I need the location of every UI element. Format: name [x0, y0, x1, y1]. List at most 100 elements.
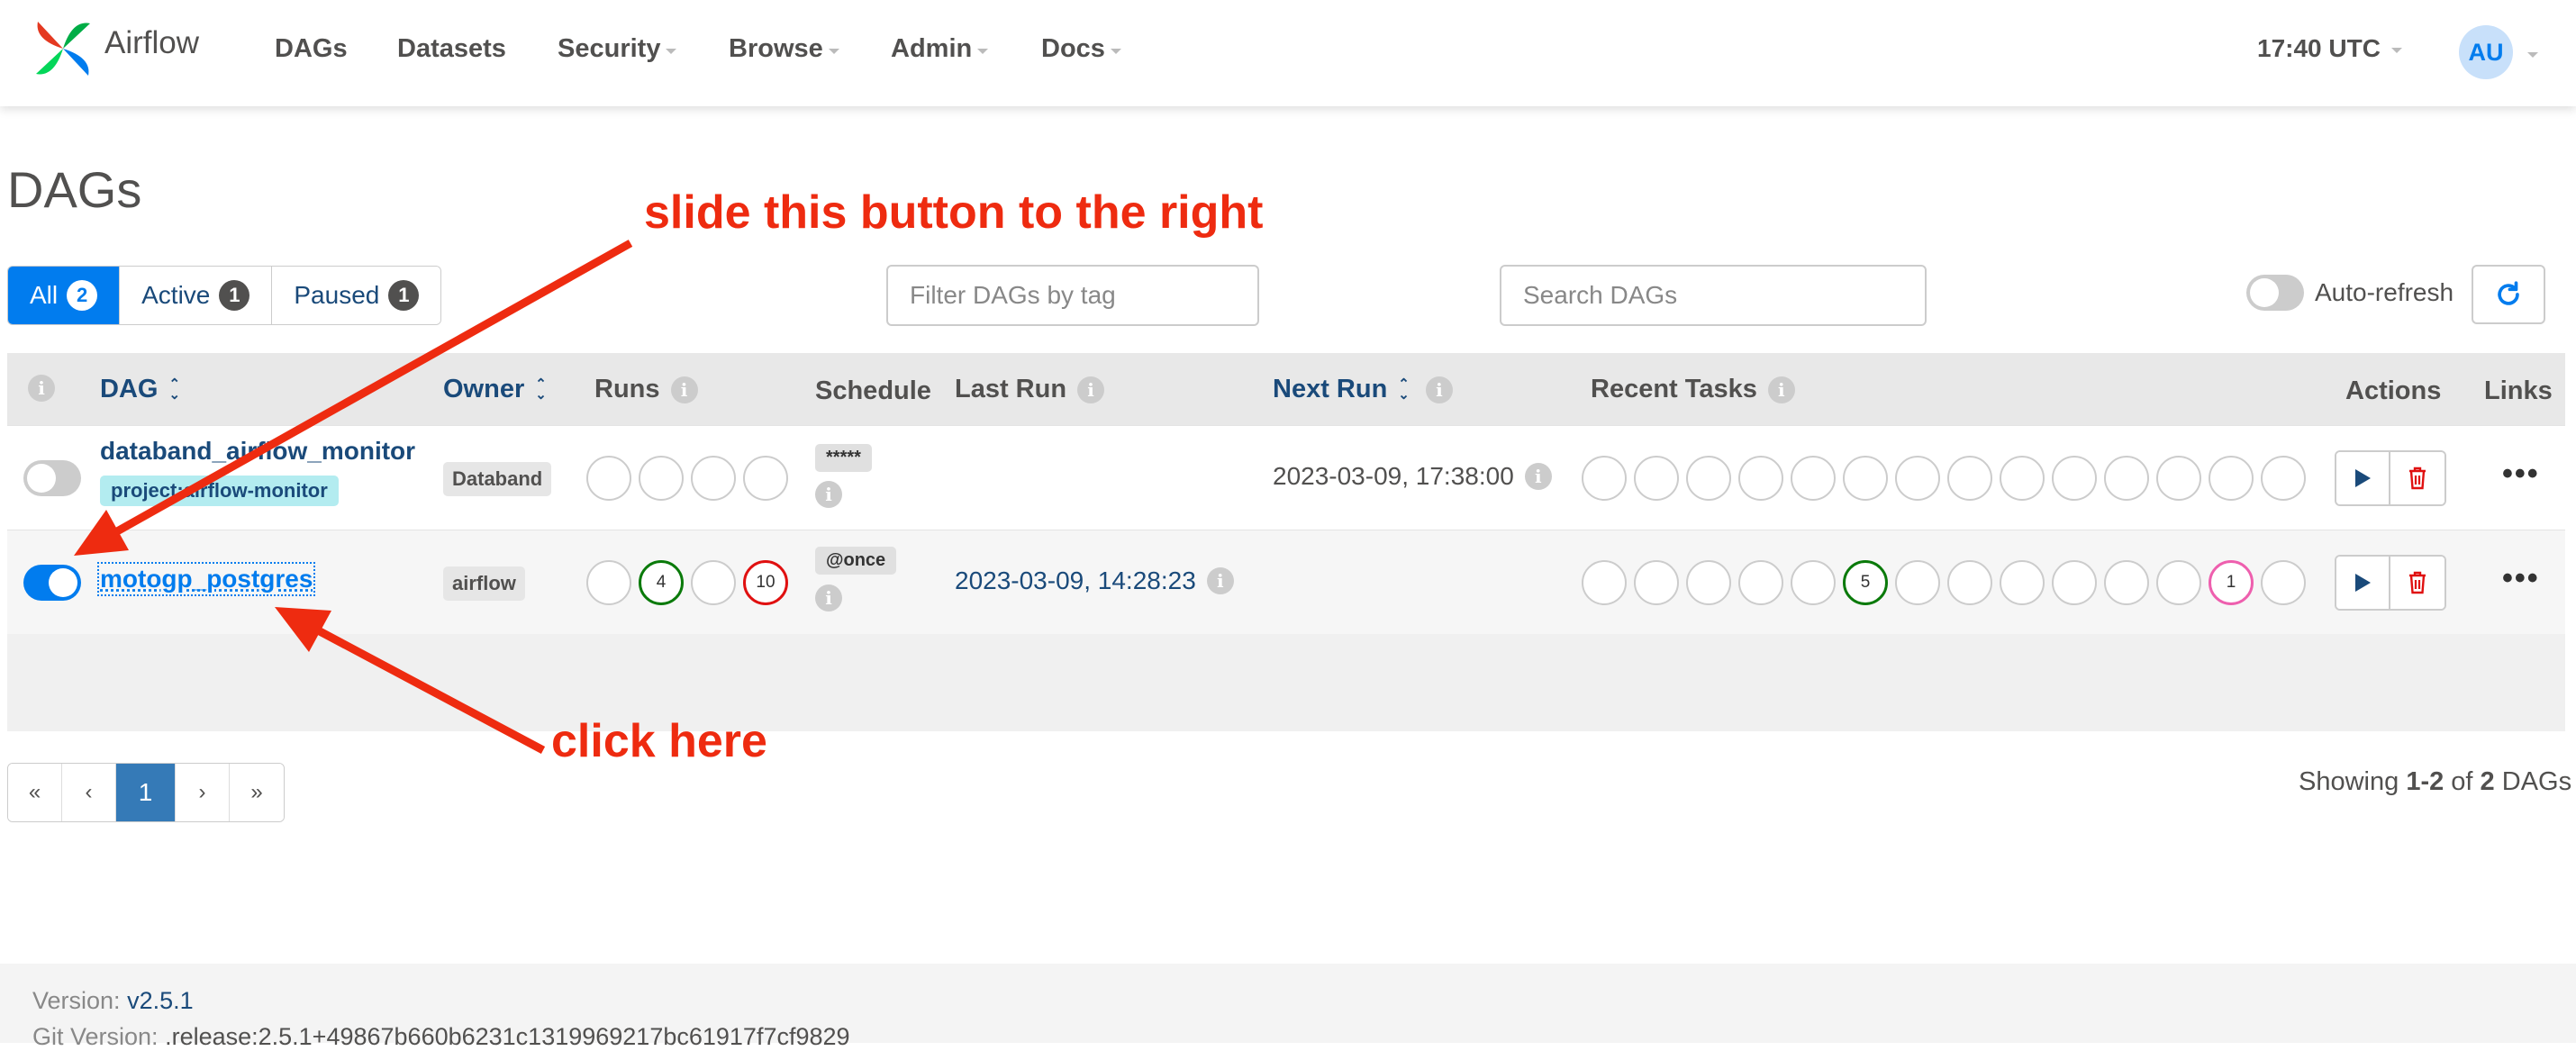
task-status-circle[interactable] — [2209, 456, 2254, 501]
dag-tag[interactable]: project:airflow-monitor — [100, 476, 339, 506]
task-status-circle[interactable] — [2000, 456, 2045, 501]
task-status-circle[interactable] — [1791, 456, 1836, 501]
tag-filter-input[interactable]: Filter DAGs by tag — [886, 265, 1259, 326]
nav-docs[interactable]: Docs — [1041, 34, 1121, 64]
next-page-button[interactable]: › — [176, 764, 230, 821]
task-status-circle[interactable] — [1686, 456, 1731, 501]
filter-active[interactable]: Active 1 — [120, 267, 272, 324]
run-status-circle[interactable] — [743, 456, 788, 501]
nav-label: Admin — [891, 34, 972, 64]
version-link[interactable]: v2.5.1 — [127, 987, 194, 1014]
timezone-dropdown[interactable]: 17:40 UTC — [2257, 34, 2402, 63]
task-status-circle[interactable] — [1791, 560, 1836, 605]
nav-security[interactable]: Security — [558, 34, 676, 64]
dag-name-link[interactable]: motogp_postgres — [100, 565, 313, 593]
current-page-button[interactable]: 1 — [116, 764, 176, 821]
task-status-circle[interactable] — [1634, 456, 1679, 501]
info-icon[interactable]: i — [1077, 376, 1104, 403]
header-label: Runs — [594, 375, 660, 404]
task-status-circle[interactable] — [1947, 456, 1992, 501]
task-status-circle[interactable] — [1895, 456, 1940, 501]
task-status-circle[interactable] — [1947, 560, 1992, 605]
schedule-badge[interactable]: @once — [815, 547, 896, 575]
info-icon[interactable]: i — [1525, 463, 1552, 490]
dag-pause-toggle[interactable] — [23, 460, 81, 496]
task-status-circle[interactable] — [1738, 456, 1783, 501]
task-status-circle[interactable] — [2052, 456, 2097, 501]
run-status-circle[interactable] — [586, 560, 631, 605]
brand-name: Airflow — [104, 25, 199, 61]
first-page-button[interactable]: « — [8, 764, 62, 821]
task-status-circle[interactable] — [1686, 560, 1731, 605]
task-status-circle[interactable]: 5 — [1843, 560, 1888, 605]
delete-dag-button[interactable] — [2390, 452, 2444, 504]
nav-datasets[interactable]: Datasets — [397, 34, 506, 64]
trigger-dag-button[interactable] — [2336, 557, 2390, 609]
task-status-circle[interactable] — [2052, 560, 2097, 605]
pagination: « ‹ 1 › » — [7, 763, 285, 822]
prev-page-button[interactable]: ‹ — [62, 764, 116, 821]
task-status-circle[interactable]: 1 — [2209, 560, 2254, 605]
search-dags-input[interactable]: Search DAGs — [1500, 265, 1927, 326]
dag-name-link[interactable]: databand_airflow_monitor — [100, 437, 415, 466]
run-status-circle[interactable] — [691, 456, 736, 501]
task-status-circle[interactable] — [1895, 560, 1940, 605]
nav-dags[interactable]: DAGs — [275, 34, 348, 64]
status-filter-group: All 2 Active 1 Paused 1 — [7, 266, 441, 325]
action-buttons — [2335, 450, 2446, 506]
header-dag[interactable]: DAG ⌃ ⌄ — [100, 375, 180, 404]
trigger-dag-button[interactable] — [2336, 452, 2390, 504]
owner-badge[interactable]: Databand — [443, 462, 551, 496]
filter-paused[interactable]: Paused 1 — [272, 267, 440, 324]
header-next-run[interactable]: Next Run ⌃ ⌄ i — [1273, 375, 1453, 404]
sort-icon: ⌃ ⌄ — [535, 379, 547, 401]
nav-admin[interactable]: Admin — [891, 34, 988, 64]
last-run-link[interactable]: 2023-03-09, 14:28:23 — [955, 566, 1196, 595]
owner-badge[interactable]: airflow — [443, 566, 525, 601]
nav-browse[interactable]: Browse — [729, 34, 839, 64]
info-icon[interactable]: i — [28, 375, 55, 402]
info-icon[interactable]: i — [1207, 567, 1234, 594]
delete-dag-button[interactable] — [2390, 557, 2444, 609]
user-avatar[interactable]: AU — [2459, 25, 2513, 79]
info-icon[interactable]: i — [815, 584, 842, 612]
task-status-circle[interactable] — [2000, 560, 2045, 605]
task-status-circle[interactable] — [1582, 456, 1627, 501]
task-status-circle[interactable] — [1738, 560, 1783, 605]
task-status-circle[interactable] — [2261, 456, 2306, 501]
caret-down-icon — [2391, 48, 2402, 53]
run-status-circle[interactable] — [586, 456, 631, 501]
showing-range: 1-2 — [2406, 767, 2444, 796]
task-status-circle[interactable] — [2156, 560, 2201, 605]
header-owner[interactable]: Owner ⌃ ⌄ — [443, 375, 547, 404]
task-status-circle[interactable] — [1634, 560, 1679, 605]
task-status-circle[interactable] — [1582, 560, 1627, 605]
autorefresh-toggle[interactable] — [2246, 275, 2304, 311]
more-links-icon[interactable]: ••• — [2502, 457, 2540, 492]
info-icon[interactable]: i — [1426, 376, 1453, 403]
task-status-circle[interactable] — [2261, 560, 2306, 605]
table-row: motogp_postgres airflow 4 10 @once i 2023… — [7, 530, 2565, 634]
filter-all[interactable]: All 2 — [8, 267, 120, 324]
task-status-circle[interactable] — [2104, 456, 2149, 501]
task-status-circle[interactable] — [2104, 560, 2149, 605]
schedule-badge[interactable]: ***** — [815, 444, 872, 472]
run-status-circle[interactable] — [691, 560, 736, 605]
run-status-circle[interactable]: 10 — [743, 560, 788, 605]
caret-down-icon[interactable] — [2527, 52, 2538, 58]
page-title: DAGs — [7, 160, 141, 219]
action-buttons — [2335, 555, 2446, 611]
run-status-circle[interactable]: 4 — [639, 560, 684, 605]
brand[interactable]: Airflow — [31, 13, 199, 85]
info-icon[interactable]: i — [671, 376, 698, 403]
last-page-button[interactable]: » — [230, 764, 284, 821]
task-status-circle[interactable] — [1843, 456, 1888, 501]
info-icon[interactable]: i — [1768, 376, 1795, 403]
nav-label: DAGs — [275, 34, 348, 64]
run-status-circle[interactable] — [639, 456, 684, 501]
dag-pause-toggle[interactable] — [23, 565, 81, 601]
task-status-circle[interactable] — [2156, 456, 2201, 501]
refresh-button[interactable] — [2472, 265, 2545, 324]
info-icon[interactable]: i — [815, 481, 842, 508]
more-links-icon[interactable]: ••• — [2502, 561, 2540, 596]
